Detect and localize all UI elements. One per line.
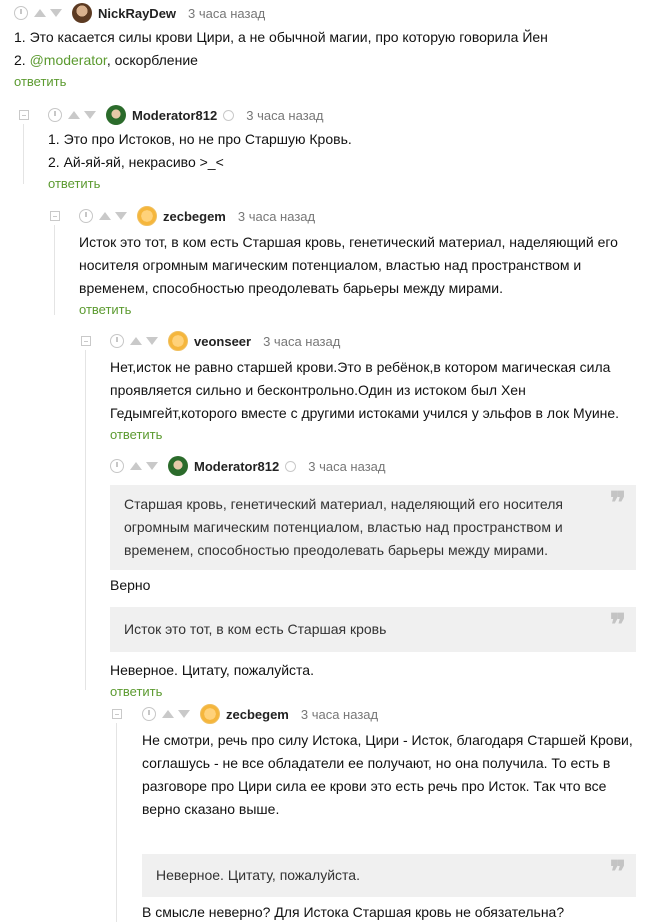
author-name[interactable]: Moderator812 [132, 108, 217, 123]
reply-button[interactable]: ответить [110, 684, 162, 699]
quote-text: Старшая кровь, генетический материал, на… [124, 496, 563, 558]
quote-icon: ❞ [609, 608, 626, 643]
thread-line [23, 124, 24, 184]
author-name[interactable]: Moderator812 [194, 459, 279, 474]
collapse-icon[interactable] [81, 336, 91, 346]
comment-text: В смысле неверно? Для Истока Старшая кро… [142, 904, 565, 920]
avatar[interactable] [72, 3, 92, 23]
downvote-icon[interactable] [50, 9, 62, 17]
reply-button[interactable]: ответить [110, 427, 162, 442]
collapse-icon[interactable] [112, 709, 122, 719]
comment-text: Не смотри, речь про силу Истока, Цири - … [142, 732, 633, 817]
reply-button[interactable]: ответить [79, 302, 131, 317]
clock-icon[interactable] [79, 209, 93, 223]
comment-text: Неверное. Цитату, пожалуйста. [110, 662, 314, 678]
comment-veonseer: veonseer 3 часа назад Нет,исток не равно… [110, 330, 636, 444]
comment-line: 2. @moderator, оскорбление [14, 49, 636, 72]
timestamp[interactable]: 3 часа назад [308, 459, 385, 474]
downvote-icon[interactable] [146, 462, 158, 470]
upvote-icon[interactable] [162, 710, 174, 718]
downvote-icon[interactable] [84, 111, 96, 119]
comment-line: 2. Ай-яй-яй, некрасиво >_< [48, 154, 224, 170]
clock-icon[interactable] [48, 108, 62, 122]
upvote-icon[interactable] [99, 212, 111, 220]
collapse-icon[interactable] [50, 211, 60, 221]
upvote-icon[interactable] [130, 462, 142, 470]
quote-icon: ❞ [609, 855, 626, 890]
comment-header: Moderator812 3 часа назад [110, 455, 636, 477]
downvote-icon[interactable] [146, 337, 158, 345]
timestamp[interactable]: 3 часа назад [263, 334, 340, 349]
upvote-icon[interactable] [34, 9, 46, 17]
clock-icon[interactable] [14, 6, 28, 20]
author-name[interactable]: veonseer [194, 334, 251, 349]
clock-icon[interactable] [142, 707, 156, 721]
thread-line [85, 350, 86, 690]
avatar[interactable] [137, 206, 157, 226]
comment-header: Moderator812 3 часа назад [48, 104, 636, 126]
clock-icon[interactable] [110, 459, 124, 473]
timestamp[interactable]: 3 часа назад [238, 209, 315, 224]
author-name[interactable]: NickRayDew [98, 6, 176, 21]
verified-badge-icon [285, 460, 297, 472]
avatar[interactable] [200, 704, 220, 724]
comment-nickraydew: NickRayDew 3 часа назад 1. Это касается … [14, 2, 636, 91]
upvote-icon[interactable] [68, 111, 80, 119]
quote-text: Исток это тот, в ком есть Старшая кровь [124, 621, 387, 637]
downvote-icon[interactable] [115, 212, 127, 220]
comment-header: zecbegem 3 часа назад [142, 703, 636, 725]
author-name[interactable]: zecbegem [226, 707, 289, 722]
thread-line [116, 723, 117, 922]
quote-text: Неверное. Цитату, пожалуйста. [156, 867, 360, 883]
line-rest: , оскорбление [106, 52, 198, 68]
downvote-icon[interactable] [178, 710, 190, 718]
comment-header: NickRayDew 3 часа назад [14, 2, 636, 24]
reply-button[interactable]: ответить [14, 74, 66, 89]
quote-block: Неверное. Цитату, пожалуйста. ❞ [142, 854, 636, 897]
comment-text: Нет,исток не равно старшей крови.Это в р… [110, 359, 620, 421]
comment-header: zecbegem 3 часа назад [79, 205, 636, 227]
comment-zecbegem: zecbegem 3 часа назад Исток это тот, в к… [79, 205, 636, 319]
mention-link[interactable]: @moderator [30, 52, 107, 68]
comment-text: Исток это тот, в ком есть Старшая кровь,… [79, 234, 618, 296]
comment-moderator812: Moderator812 3 часа назад 1. Это про Ист… [48, 104, 636, 193]
line-prefix: 2. [14, 52, 30, 68]
thread-line [54, 225, 55, 315]
comment-moderator812-reply: Moderator812 3 часа назад Старшая кровь,… [110, 455, 636, 701]
comment-line: 1. Это про Истоков, но не про Старшую Кр… [48, 131, 352, 147]
timestamp[interactable]: 3 часа назад [301, 707, 378, 722]
quote-icon: ❞ [609, 486, 626, 521]
collapse-icon[interactable] [19, 110, 29, 120]
quote-block: Исток это тот, в ком есть Старшая кровь … [110, 607, 636, 652]
avatar[interactable] [168, 456, 188, 476]
avatar[interactable] [106, 105, 126, 125]
timestamp[interactable]: 3 часа назад [188, 6, 265, 21]
avatar[interactable] [168, 331, 188, 351]
verified-badge-icon [223, 109, 235, 121]
author-name[interactable]: zecbegem [163, 209, 226, 224]
comment-line: 1. Это касается силы крови Цири, а не об… [14, 29, 548, 45]
timestamp[interactable]: 3 часа назад [246, 108, 323, 123]
comment-text: Верно [110, 577, 151, 593]
quote-block: Старшая кровь, генетический материал, на… [110, 485, 636, 570]
reply-button[interactable]: ответить [48, 176, 100, 191]
comment-header: veonseer 3 часа назад [110, 330, 636, 352]
clock-icon[interactable] [110, 334, 124, 348]
comment-zecbegem-reply: zecbegem 3 часа назад Не смотри, речь пр… [142, 703, 636, 924]
upvote-icon[interactable] [130, 337, 142, 345]
